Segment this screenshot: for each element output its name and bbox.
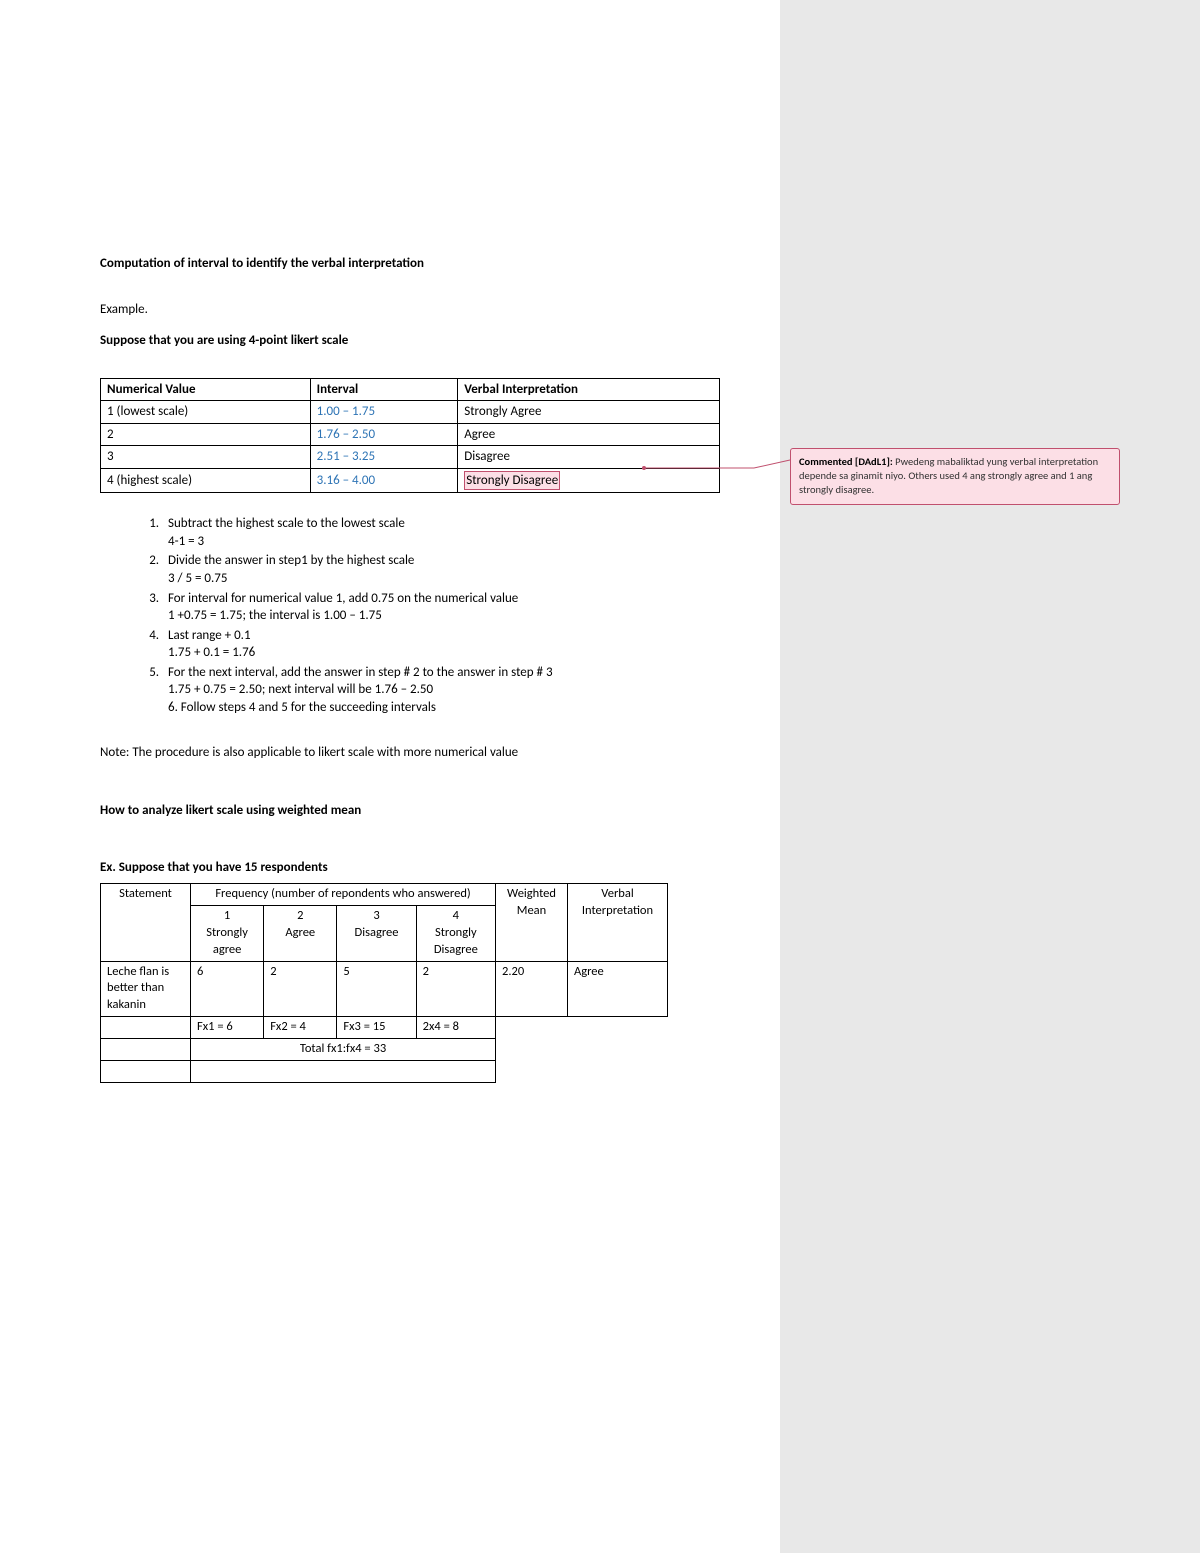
th-weighted-mean: Weighted Mean — [496, 884, 568, 962]
th-verbal-interpretation: Verbal Interpretation — [568, 884, 668, 962]
table-row: Leche flan is better than kakanin 6 2 5 … — [101, 961, 668, 1017]
table-row: Fx1 = 6 Fx2 = 4 Fx3 = 15 2x4 = 8 — [101, 1017, 668, 1039]
page-title: Computation of interval to identify the … — [100, 255, 730, 273]
th-statement: Statement — [101, 884, 191, 962]
note-text: Note: The procedure is also applicable t… — [100, 744, 730, 762]
list-item: Divide the answer in step1 by the highes… — [162, 552, 730, 587]
table-row: 3 2.51 – 3.25 Disagree — [101, 446, 720, 469]
list-item: Last range + 0.1 1.75 + 0.1 = 1.76 — [162, 627, 730, 662]
table-row: 2 1.76 – 2.50 Agree — [101, 423, 720, 446]
interval-table: Numerical Value Interval Verbal Interpre… — [100, 378, 720, 494]
steps-list: Subtract the highest scale to the lowest… — [162, 515, 730, 716]
th-frequency: Frequency (number of repondents who answ… — [191, 884, 496, 906]
comment-balloon[interactable]: Commented [DAdL1]: Pwedeng mabaliktad yu… — [790, 448, 1120, 505]
example-label: Example. — [100, 301, 730, 319]
comment-author: Commented [DAdL1]: — [799, 455, 895, 468]
total-cell: Total fx1:fx4 = 33 — [191, 1039, 496, 1061]
heading-weighted-mean: How to analyze likert scale using weight… — [100, 802, 730, 820]
list-item: For the next interval, add the answer in… — [162, 664, 730, 717]
weighted-mean-table: Statement Frequency (number of repondent… — [100, 883, 668, 1083]
list-item: For interval for numerical value 1, add … — [162, 590, 730, 625]
example2-label: Ex. Suppose that you have 15 respondents — [100, 859, 730, 877]
table-row: Total fx1:fx4 = 33 — [101, 1039, 668, 1061]
th-verbal-interpretation: Verbal Interpretation — [458, 378, 720, 401]
highlighted-cell: Strongly Disagree — [458, 468, 720, 493]
table-row: 1 (lowest scale) 1.00 – 1.75 Strongly Ag… — [101, 401, 720, 424]
step-6: 6. Follow steps 4 and 5 for the succeedi… — [168, 699, 730, 717]
th-interval: Interval — [310, 378, 458, 401]
table-row: 4 (highest scale) 3.16 – 4.00 Strongly D… — [101, 468, 720, 493]
list-item: Subtract the highest scale to the lowest… — [162, 515, 730, 550]
suppose-text: Suppose that you are using 4-point liker… — [100, 332, 730, 350]
th-numerical-value: Numerical Value — [101, 378, 311, 401]
document-page: Computation of interval to identify the … — [0, 0, 780, 1553]
table-row — [101, 1060, 668, 1082]
comment-pane: Commented [DAdL1]: Pwedeng mabaliktad yu… — [780, 0, 1200, 1553]
